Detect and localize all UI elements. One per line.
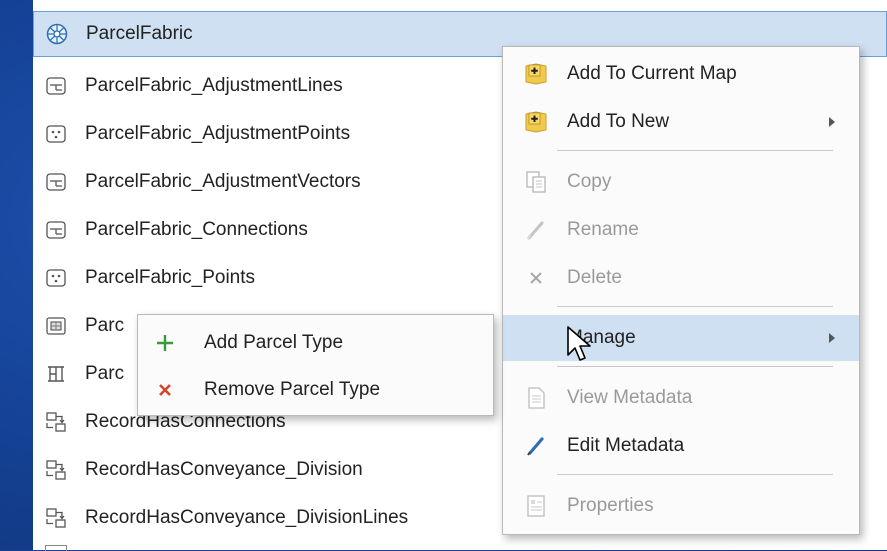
submenu-item-label: Add Parcel Type [204,332,344,353]
menu-add-to-new[interactable]: Add To New [503,99,859,145]
partial-item-icon [45,545,67,551]
polygon-feature-class-icon [45,315,67,337]
menu-rename[interactable]: Rename [503,207,859,253]
mouse-cursor-icon [567,326,591,361]
parcel-fabric-icon [46,23,68,45]
submenu-remove-parcel-type[interactable]: Remove Parcel Type [138,367,493,413]
view-metadata-icon [523,385,549,411]
menu-item-label: Rename [567,219,639,240]
properties-icon [523,493,549,519]
catalog-item-label: Parc [85,363,125,384]
topology-icon [45,363,67,385]
menu-copy[interactable]: Copy [503,159,859,205]
catalog-item-label: ParcelFabric_Connections [85,219,308,240]
catalog-item-label: ParcelFabric_AdjustmentLines [85,75,343,96]
relationship-class-icon [45,507,67,529]
add-to-new-icon [523,109,549,135]
line-feature-class-icon [45,219,67,241]
catalog-item-label: ParcelFabric_Points [85,267,256,288]
menu-separator [557,366,833,367]
submenu-arrow-icon [829,117,835,127]
relationship-class-icon [45,459,67,481]
plus-icon [152,330,178,356]
menu-item-label: Properties [567,495,654,516]
point-feature-class-icon [45,267,67,289]
point-feature-class-icon [45,123,67,145]
submenu-add-parcel-type[interactable]: Add Parcel Type [138,320,493,366]
delete-icon [523,265,549,291]
menu-item-label: Edit Metadata [567,435,685,456]
menu-item-label: Add To New [567,111,670,132]
submenu-arrow-icon [829,333,835,343]
menu-item-label: Copy [567,171,612,192]
copy-icon [523,169,549,195]
menu-edit-metadata[interactable]: Edit Metadata [503,423,859,469]
line-feature-class-icon [45,75,67,97]
catalog-item-label: RecordHasConveyance_Division [85,459,363,480]
context-menu: Add To Current Map Add To New Copy Renam… [502,46,860,535]
menu-properties[interactable]: Properties [503,483,859,529]
menu-separator [557,150,833,151]
add-to-map-icon [523,61,549,87]
catalog-item-label: RecordHasConveyance_DivisionLines [85,507,409,528]
edit-metadata-icon [523,433,549,459]
submenu-item-label: Remove Parcel Type [204,379,381,400]
rename-icon [523,217,549,243]
menu-separator [557,306,833,307]
remove-x-icon [152,377,178,403]
menu-item-label: Add To Current Map [567,63,737,84]
menu-item-label: Delete [567,267,622,288]
catalog-item-label: ParcelFabric_AdjustmentVectors [85,171,361,192]
relationship-class-icon [45,411,67,433]
menu-manage[interactable]: Manage [503,315,859,361]
menu-item-label: View Metadata [567,387,693,408]
manage-submenu: Add Parcel Type Remove Parcel Type [137,314,494,416]
menu-separator [557,474,833,475]
line-feature-class-icon [45,171,67,193]
menu-add-to-current-map[interactable]: Add To Current Map [503,51,859,97]
menu-view-metadata[interactable]: View Metadata [503,375,859,421]
catalog-item-label: ParcelFabric_AdjustmentPoints [85,123,351,144]
catalog-item-label: Parc [85,315,125,336]
catalog-item-label: ParcelFabric [86,23,193,44]
menu-delete[interactable]: Delete [503,255,859,301]
